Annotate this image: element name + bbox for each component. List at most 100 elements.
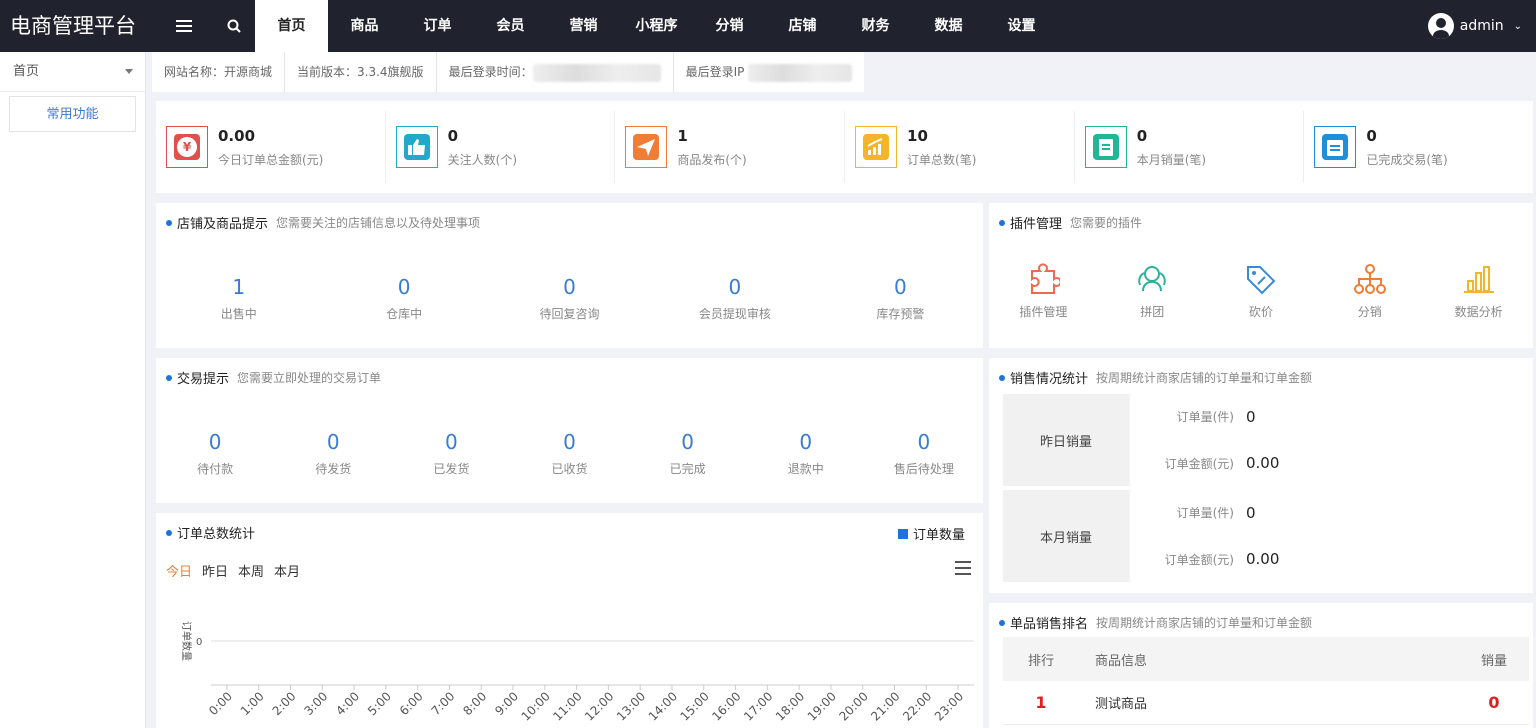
trade-counts: 0 待付款 0 待发货 0 已发货 0 已收货 0 已完成 0 退款中 0 售后待处理 <box>156 430 983 477</box>
count-value: 0 <box>326 430 340 454</box>
plugin-item[interactable]: 拼团 <box>1098 261 1207 320</box>
plugin-item[interactable]: 分销 <box>1315 261 1424 320</box>
nav-item[interactable]: 分销 <box>693 0 766 52</box>
panel-subtitle: 您需要的插件 <box>1070 216 1143 230</box>
stat-card[interactable]: 10 订单总数(笔) <box>845 111 1075 183</box>
rank-table-header: 排行 商品信息 销量 <box>1003 637 1529 681</box>
count-item[interactable]: 0 待发货 <box>274 430 392 477</box>
count-item[interactable]: 0 退款中 <box>747 430 865 477</box>
nav-item[interactable]: 设置 <box>985 0 1058 52</box>
nav-item[interactable]: 财务 <box>839 0 912 52</box>
panel-title: 单品销售排名 按周期统计商家店铺的订单量和订单金额 <box>999 613 1312 632</box>
username: admin <box>1459 18 1504 34</box>
puzzle-icon <box>989 261 1098 297</box>
redacted-value <box>748 63 853 82</box>
x-tick-label: 0:00 <box>206 689 235 718</box>
count-item[interactable]: 1 出售中 <box>156 275 321 322</box>
tag-icon <box>1207 261 1316 297</box>
bullet-icon <box>166 219 172 226</box>
sidebar-item-common[interactable]: 常用功能 <box>9 96 136 132</box>
nav-item[interactable]: 首页 <box>255 0 328 52</box>
count-item[interactable]: 0 待回复咨询 <box>487 275 652 322</box>
stats-panel: ¥ 0.00 今日订单总金额(元) 0 关注人数(个) 1 商品发布(个) 10 订单总… <box>156 101 1533 193</box>
count-label: 库存预警 <box>876 307 925 321</box>
site-name: 网站名称：开源商城 <box>152 52 286 92</box>
count-label: 仓库中 <box>386 307 423 321</box>
nav-item[interactable]: 商品 <box>328 0 401 52</box>
count-label: 待付款 <box>197 462 234 476</box>
rank-number: 1 <box>1035 693 1047 712</box>
brand-title: 电商管理平台 <box>10 14 136 38</box>
search-icon[interactable] <box>216 0 252 52</box>
nav-item[interactable]: 数据 <box>912 0 985 52</box>
bullet-icon <box>999 619 1005 626</box>
x-tick-label: 10:00 <box>519 689 553 723</box>
sales-period: 昨日销量 <box>1039 434 1092 450</box>
nav-item[interactable]: 店铺 <box>766 0 839 52</box>
panel-subtitle: 按周期统计商家店铺的订单量和订单金额 <box>1096 371 1313 385</box>
plugin-item[interactable]: 砍价 <box>1207 261 1316 320</box>
count-value: 0 <box>563 430 576 454</box>
count-item[interactable]: 0 售后待处理 <box>865 430 983 477</box>
plugin-item[interactable]: 数据分析 <box>1424 261 1533 320</box>
panel-subtitle: 您需要立即处理的交易订单 <box>237 371 382 385</box>
count-item[interactable]: 0 待付款 <box>156 430 274 477</box>
nav-item[interactable]: 订单 <box>401 0 474 52</box>
sales-row: 订单金额(元) 0.00 <box>1130 536 1529 582</box>
stat-value: 1 <box>677 126 688 145</box>
stat-card[interactable]: 0 已完成交易(笔) <box>1304 111 1533 183</box>
stat-card[interactable]: 0 本月销量(笔) <box>1075 111 1305 183</box>
sales-row: 订单量(件) 0 <box>1130 394 1529 441</box>
count-item[interactable]: 0 仓库中 <box>321 275 486 322</box>
stat-label: 商品发布(个) <box>677 152 747 167</box>
count-item[interactable]: 0 已收货 <box>510 430 628 477</box>
count-label: 待回复咨询 <box>539 307 600 321</box>
plugin-label: 分销 <box>1357 305 1382 319</box>
sales-count: 0 <box>1488 693 1500 712</box>
x-tick-label: 7:00 <box>429 689 458 718</box>
calendar-icon <box>1314 126 1357 168</box>
count-item[interactable]: 0 已完成 <box>629 430 747 477</box>
count-item[interactable]: 0 会员提现审核 <box>652 275 817 322</box>
col-product: 商品信息 <box>1095 653 1148 669</box>
chart-up-icon <box>855 126 898 168</box>
y-axis-label: 订单数量 <box>180 621 193 661</box>
count-label: 退款中 <box>787 462 824 476</box>
chevron-down-icon: ⌄ <box>1513 20 1522 32</box>
x-tick-label: 9:00 <box>492 689 521 718</box>
nav-item[interactable]: 会员 <box>474 0 547 52</box>
panel-title-text: 插件管理 <box>1010 217 1063 232</box>
org-tree-icon <box>1315 261 1424 297</box>
x-tick-label: 1:00 <box>238 689 267 718</box>
rank-panel: 单品销售排名 按周期统计商家店铺的订单量和订单金额 排行 商品信息 销量 1 测试… <box>989 603 1533 728</box>
count-label: 会员提现审核 <box>698 307 771 321</box>
sales-row: 订单金额(元) 0.00 <box>1130 440 1529 486</box>
count-label: 已完成 <box>669 462 706 476</box>
panel-title-text: 单品销售排名 <box>1010 617 1089 632</box>
x-tick-label: 5:00 <box>365 689 394 718</box>
last-login-ip: 最后登录IP <box>674 52 865 92</box>
count-value: 0 <box>444 430 458 454</box>
stat-card[interactable]: ¥ 0.00 今日订单总金额(元) <box>156 111 386 183</box>
table-row[interactable]: 1 测试商品 0 <box>1003 681 1529 725</box>
sidebar: 首页 常用功能 <box>0 52 146 728</box>
sidebar-head[interactable]: 首页 <box>0 52 145 92</box>
plugin-panel: 插件管理 您需要的插件 插件管理 拼团 砍价 分销 数据分析 <box>989 203 1533 348</box>
stat-card[interactable]: 0 关注人数(个) <box>386 111 616 183</box>
stat-card[interactable]: 1 商品发布(个) <box>615 111 846 183</box>
count-label: 出售中 <box>220 307 257 321</box>
count-item[interactable]: 0 已发货 <box>392 430 510 477</box>
clipboard-icon <box>1084 126 1127 168</box>
menu-toggle-icon[interactable] <box>166 0 202 52</box>
order-chart-panel: 订单总数统计 订单数量 今日 昨日 本周 本月 订单数量 0 0:00 1:00 2:00 3:… <box>156 513 983 728</box>
nav-item[interactable]: 小程序 <box>620 0 693 52</box>
plugin-item[interactable]: 插件管理 <box>989 261 1098 320</box>
count-item[interactable]: 0 库存预警 <box>818 275 983 322</box>
redacted-value <box>532 63 661 82</box>
x-tick-label: 14:00 <box>646 689 680 723</box>
sales-key: 订单量(件) <box>1176 410 1234 425</box>
user-menu[interactable]: admin ⌄ <box>1427 0 1522 52</box>
nav-item[interactable]: 营销 <box>547 0 620 52</box>
panel-subtitle: 您需要关注的店铺信息以及待处理事项 <box>276 216 481 230</box>
sidebar-head-label: 首页 <box>13 64 40 79</box>
